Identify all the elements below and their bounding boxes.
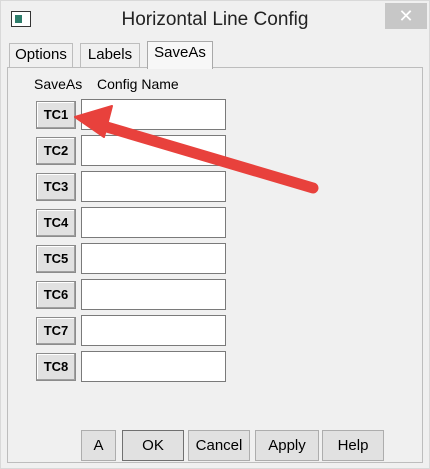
tc6-button[interactable]: TC6 <box>36 281 76 309</box>
window-title: Horizontal Line Config <box>121 9 309 30</box>
tab-options[interactable]: Options <box>9 43 73 67</box>
tab-labels-label: Labels <box>87 46 133 63</box>
tc7-button[interactable]: TC7 <box>36 317 76 345</box>
saveas-column-header: SaveAs <box>34 76 83 92</box>
close-icon: ✕ <box>398 6 414 26</box>
apply-button[interactable]: Apply <box>255 430 319 461</box>
cancel-button[interactable]: Cancel <box>188 430 250 461</box>
tc2-config-name-input[interactable] <box>81 135 226 166</box>
tc4-config-name-input[interactable] <box>81 207 226 238</box>
help-button[interactable]: Help <box>322 430 384 461</box>
tc7-config-name-input[interactable] <box>81 315 226 346</box>
tc1-config-name-input[interactable] <box>81 99 226 130</box>
tc5-config-name-input[interactable] <box>81 243 226 274</box>
tc5-button[interactable]: TC5 <box>36 245 76 273</box>
title-bar[interactable]: Horizontal Line Config ✕ <box>1 1 429 39</box>
close-button[interactable]: ✕ <box>385 3 427 29</box>
tc8-config-name-input[interactable] <box>81 351 226 382</box>
a-button[interactable]: A <box>81 430 116 461</box>
tab-options-label: Options <box>15 46 67 63</box>
ok-button[interactable]: OK <box>122 430 184 461</box>
tab-labels[interactable]: Labels <box>80 43 140 67</box>
tc3-button[interactable]: TC3 <box>36 173 76 201</box>
config-name-column-header: Config Name <box>97 76 179 92</box>
tc1-button[interactable]: TC1 <box>36 101 76 129</box>
config-dialog: Horizontal Line Config ✕ Options Labels … <box>0 0 430 469</box>
tab-saveas-label: SaveAs <box>154 44 206 61</box>
tc3-config-name-input[interactable] <box>81 171 226 202</box>
tc4-button[interactable]: TC4 <box>36 209 76 237</box>
tc2-button[interactable]: TC2 <box>36 137 76 165</box>
tab-saveas[interactable]: SaveAs <box>147 41 213 69</box>
tc8-button[interactable]: TC8 <box>36 353 76 381</box>
tc6-config-name-input[interactable] <box>81 279 226 310</box>
